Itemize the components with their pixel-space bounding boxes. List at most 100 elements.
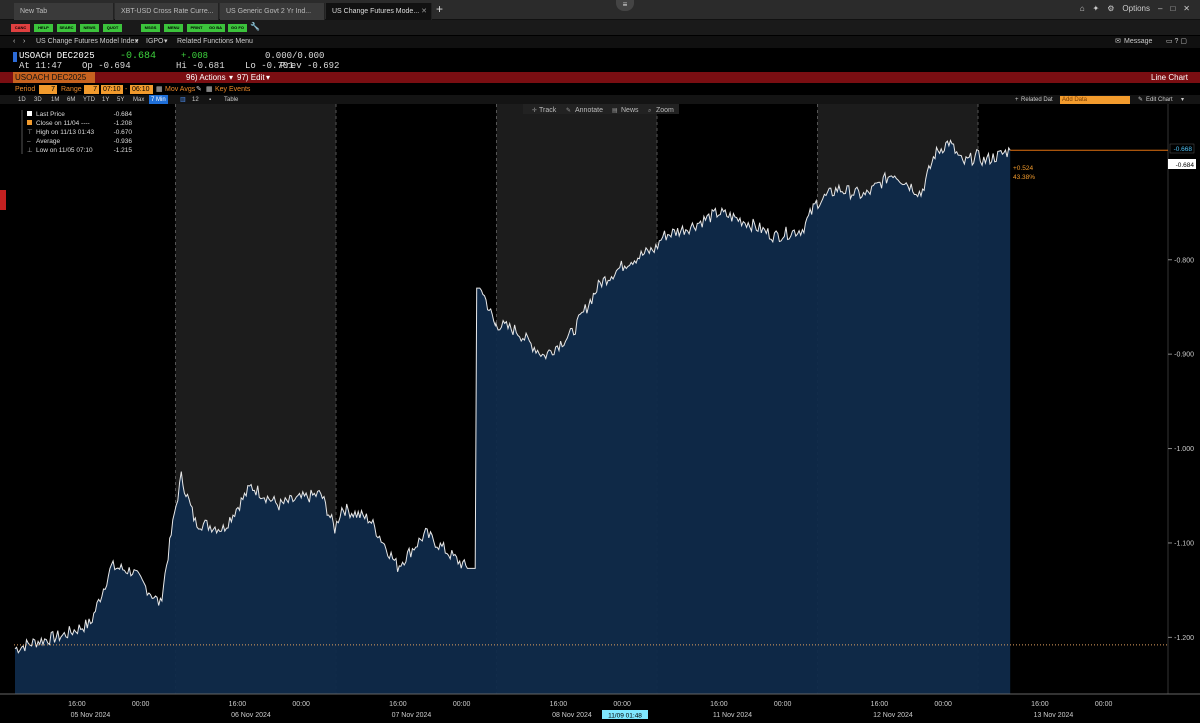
news-icon[interactable]: ▤ bbox=[612, 108, 618, 114]
ticker-symbol: USOACH DEC2025 bbox=[19, 51, 95, 61]
legend-value-last: -0.684 bbox=[114, 111, 133, 118]
tab-us-change-futures[interactable]: US Change Futures Mode... ✕ bbox=[326, 3, 432, 20]
x-date-label: 12 Nov 2024 bbox=[873, 712, 913, 719]
chevron-down-icon[interactable]: ▾ bbox=[164, 36, 168, 48]
settings-icon[interactable]: ⚙ bbox=[1107, 4, 1114, 13]
price-chart[interactable]: -0.700-0.800-0.900-1.000-1.100-1.200 16:… bbox=[0, 104, 1200, 723]
high-price-tag: -0.668 bbox=[1174, 146, 1193, 153]
close-icon[interactable]: ✕ bbox=[421, 3, 427, 20]
legend-value-close: -1.208 bbox=[114, 120, 133, 127]
pencil-icon[interactable]: ✎ bbox=[196, 84, 202, 95]
tab-label: US Generic Govt 2 Yr Ind... bbox=[226, 8, 312, 15]
news-tool[interactable]: News bbox=[621, 107, 639, 114]
window-controls-icon[interactable]: ▭ ? ▢ bbox=[1166, 36, 1187, 48]
chevron-down-icon[interactable]: ▾ bbox=[229, 72, 233, 83]
range-to-input[interactable]: 06:10 bbox=[130, 85, 153, 94]
legend-value-low: -1.215 bbox=[114, 147, 133, 154]
chart-legend: Last Price -0.684 Close on 11/04 ---- -1… bbox=[12, 108, 138, 158]
zoom-icon[interactable]: ⌕ bbox=[648, 108, 651, 114]
message-button[interactable]: Message bbox=[1124, 36, 1152, 48]
fn-key-cancel[interactable]: CANC bbox=[11, 24, 30, 32]
prev-price: Prev -0.692 bbox=[280, 61, 340, 71]
close-window-icon[interactable]: ✕ bbox=[1183, 4, 1190, 13]
legend-label-low: Low on 11/05 07:10 bbox=[36, 147, 93, 154]
command-row: ‹ › US Change Futures Model Index ▾ IGPO… bbox=[0, 36, 1200, 48]
calendar-icon[interactable]: ▦ bbox=[156, 84, 163, 95]
chevron-down-icon[interactable]: ▾ bbox=[266, 72, 270, 83]
legend-value-high: -0.670 bbox=[114, 129, 133, 136]
fn-key-msgs[interactable]: MSGS bbox=[141, 24, 160, 32]
fn-key-print[interactable]: PRINT bbox=[187, 24, 206, 32]
chevron-down-icon[interactable]: ▾ bbox=[135, 36, 139, 48]
security-selector[interactable]: US Change Futures Model Index bbox=[36, 36, 138, 48]
quote-header: USOACH DEC2025 -0.684 +.008 0.000/0.000 … bbox=[0, 50, 1200, 72]
pin-icon[interactable]: ✦ bbox=[1093, 4, 1100, 13]
tab-label: US Change Futures Mode... bbox=[332, 8, 420, 15]
tab-xbt-usd[interactable]: XBT-USD Cross Rate Curre... bbox=[115, 3, 219, 20]
crosshair-icon[interactable]: ✛ bbox=[532, 107, 537, 114]
mov-avgs-button[interactable]: Mov Avgs bbox=[165, 84, 195, 95]
chart-title-bar: USOACH DEC2025 In 96) Actions ▾ 97) Edit… bbox=[0, 72, 1200, 93]
key-events-button[interactable]: Key Events bbox=[215, 84, 250, 95]
back-arrow-icon[interactable]: ‹ bbox=[13, 36, 15, 48]
fn-key-quote[interactable]: QUOT bbox=[103, 24, 122, 32]
change-tag: +0.524 bbox=[1013, 165, 1033, 172]
x-time-label: 16:00 bbox=[389, 701, 407, 708]
average-marker-icon: – bbox=[27, 138, 31, 145]
ticker-box[interactable]: USOACH DEC2025 In bbox=[13, 72, 95, 93]
x-time-label: 00:00 bbox=[453, 701, 471, 708]
fn-key-menu[interactable]: MENU bbox=[164, 24, 183, 32]
maximize-icon[interactable]: □ bbox=[1170, 4, 1175, 13]
fn-key-help[interactable]: HELP bbox=[34, 24, 53, 32]
new-tab-plus-icon[interactable]: + bbox=[436, 2, 443, 16]
last-price-tag: -0.684 bbox=[1176, 162, 1195, 169]
x-time-label: 00:00 bbox=[1095, 701, 1113, 708]
related-functions-menu[interactable]: Related Functions Menu bbox=[177, 36, 253, 48]
menu-handle-icon[interactable]: ≡ bbox=[616, 0, 634, 11]
igpo-selector[interactable]: IGPO bbox=[146, 36, 164, 48]
legend-swatch-last bbox=[27, 111, 32, 116]
wrench-icon[interactable]: 🔧 bbox=[250, 22, 260, 31]
change-pct-tag: 43.38% bbox=[1013, 174, 1035, 181]
fn-key-search[interactable]: SEARC bbox=[57, 24, 76, 32]
x-time-label: 16:00 bbox=[550, 701, 568, 708]
minimize-icon[interactable]: – bbox=[1158, 4, 1162, 13]
annotate-icon[interactable]: ✎ bbox=[566, 107, 571, 114]
y-tick-label: -1.200 bbox=[1174, 635, 1194, 642]
options-label[interactable]: Options bbox=[1122, 4, 1150, 13]
left-edge-marker bbox=[0, 190, 6, 210]
fn-key-go-forward[interactable]: GO FO bbox=[228, 24, 247, 32]
x-date-label: 13 Nov 2024 bbox=[1034, 712, 1074, 719]
track-tool[interactable]: Track bbox=[539, 107, 557, 114]
home-icon[interactable]: ⌂ bbox=[1080, 4, 1085, 13]
fn-key-news[interactable]: NEWS bbox=[80, 24, 99, 32]
legend-label-high: High on 11/13 01:43 bbox=[36, 129, 94, 136]
legend-label-close: Close on 11/04 ---- bbox=[36, 120, 90, 127]
period-input[interactable]: 7 bbox=[39, 85, 57, 94]
range-from-input[interactable]: 07:10 bbox=[101, 85, 123, 94]
message-icon[interactable]: ✉ bbox=[1115, 36, 1121, 48]
forward-arrow-icon[interactable]: › bbox=[23, 36, 25, 48]
low-marker-icon: ⊥ bbox=[27, 147, 33, 154]
y-tick-label: -1.100 bbox=[1174, 540, 1194, 547]
period-row: Period 7 Range 7 07:10 - 06:10 ▦ Mov Avg… bbox=[0, 84, 1200, 95]
chart-type-label: Line Chart bbox=[1151, 73, 1188, 82]
range-label: Range bbox=[61, 86, 82, 93]
range-input[interactable]: 7 bbox=[84, 85, 99, 94]
key-events-icon: ▦ bbox=[206, 86, 213, 93]
x-time-label: 16:00 bbox=[710, 701, 728, 708]
add-data-input[interactable]: Add Data bbox=[1060, 96, 1130, 104]
x-time-label: 00:00 bbox=[132, 701, 150, 708]
tab-new[interactable]: New Tab bbox=[14, 3, 114, 20]
annotate-tool[interactable]: Annotate bbox=[575, 107, 603, 114]
tab-us-generic-govt[interactable]: US Generic Govt 2 Yr Ind... bbox=[220, 3, 325, 20]
edit-menu[interactable]: 97) Edit bbox=[237, 72, 265, 83]
fn-key-go-back[interactable]: GO BA bbox=[206, 24, 225, 32]
zoom-tool[interactable]: Zoom bbox=[656, 107, 674, 114]
x-time-label: 16:00 bbox=[229, 701, 247, 708]
legend-value-average: -0.936 bbox=[114, 138, 133, 145]
x-date-label: 11 Nov 2024 bbox=[713, 712, 752, 719]
x-time-label: 00:00 bbox=[934, 701, 952, 708]
actions-menu[interactable]: 96) Actions bbox=[186, 72, 226, 83]
function-key-row: CANC HELP SEARC NEWS QUOT MSGS MENU PRIN… bbox=[0, 20, 1200, 35]
